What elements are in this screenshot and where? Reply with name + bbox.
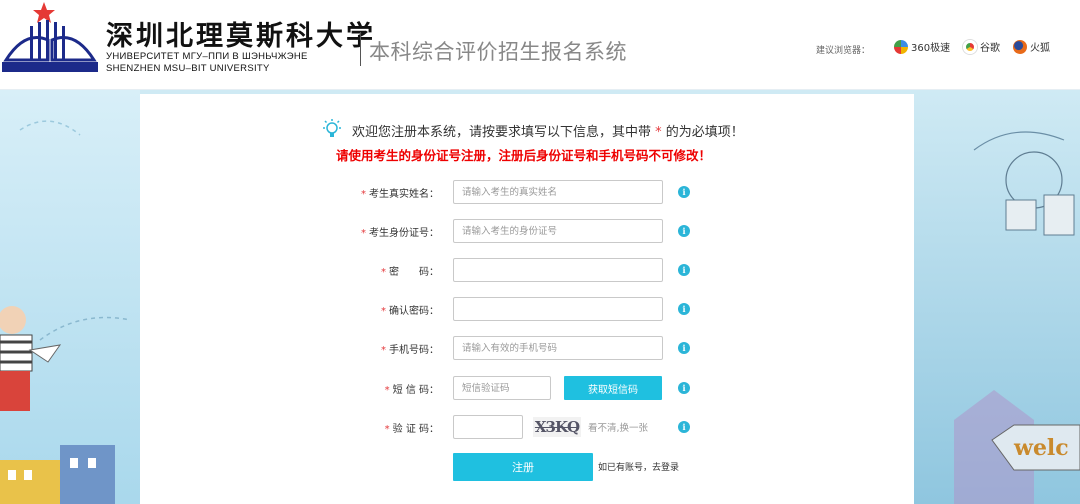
confirm-password-input[interactable] <box>453 297 663 321</box>
browser-label: 火狐 <box>1030 43 1050 54</box>
info-icon[interactable]: i <box>678 186 690 198</box>
captcha-image[interactable]: X3KQ <box>533 417 581 437</box>
browser-link-chrome[interactable]: 谷歌 <box>963 39 1000 54</box>
info-icon[interactable]: i <box>678 303 690 315</box>
required-star: * <box>655 124 662 140</box>
captcha-input[interactable] <box>453 415 523 439</box>
illustration-right: welc <box>914 90 1080 504</box>
field-label: * 密 码： <box>381 266 439 278</box>
firefox-icon <box>1013 39 1027 54</box>
university-logo-icon <box>2 2 98 72</box>
browser-label: 谷歌 <box>980 43 1000 54</box>
welcome-text: 欢迎您注册本系统，请按要求填写以下信息，其中带 <box>352 124 652 140</box>
system-title: 本科综合评价招生报名系统 <box>369 40 627 64</box>
id-warning: 请使用考生的身份证号注册，注册后身份证号和手机号码不可修改！ <box>336 148 712 163</box>
360-browser-icon <box>894 39 908 54</box>
site-header: 深圳北理莫斯科大学 УНИВЕРСИТЕТ МГУ–ППИ В ШЭНЬЧЖЭН… <box>0 0 1080 90</box>
field-label: * 验 证 码： <box>384 423 439 435</box>
university-name-en: SHENZHEN MSU–BIT UNIVERSITY <box>106 63 270 74</box>
header-divider <box>360 32 361 66</box>
get-sms-code-button[interactable]: 获取短信码 <box>564 376 662 400</box>
register-button[interactable]: 注册 <box>453 453 593 481</box>
browser-link-360[interactable]: 360极速 <box>894 39 950 54</box>
info-icon[interactable]: i <box>678 382 690 394</box>
info-icon[interactable]: i <box>678 342 690 354</box>
welcome-message: 欢迎您注册本系统，请按要求填写以下信息，其中带 * 的为必填项！ <box>320 118 744 142</box>
field-label: * 确认密码： <box>381 305 439 317</box>
name-input[interactable] <box>453 180 663 204</box>
chrome-icon <box>963 39 977 54</box>
browser-hint: 建议浏览器： <box>816 46 871 56</box>
field-label: * 考生身份证号： <box>361 227 439 239</box>
lightbulb-icon <box>323 119 341 137</box>
browser-label: 360极速 <box>911 43 951 54</box>
university-name-cn: 深圳北理莫斯科大学 <box>106 21 376 52</box>
info-icon[interactable]: i <box>678 225 690 237</box>
field-label: * 考生真实姓名： <box>361 188 439 200</box>
illustration-left <box>0 90 140 504</box>
svg-text:welc: welc <box>1013 435 1069 461</box>
refresh-captcha-link[interactable]: 看不清,换一张 <box>588 420 648 434</box>
login-link[interactable]: 如已有账号，去登录 <box>598 460 679 473</box>
field-label: * 手机号码： <box>381 344 439 356</box>
info-icon[interactable]: i <box>678 421 690 433</box>
phone-input[interactable] <box>453 336 663 360</box>
info-icon[interactable]: i <box>678 264 690 276</box>
welcome-text-end: 的为必填项！ <box>665 124 744 140</box>
password-input[interactable] <box>453 258 663 282</box>
sms-code-input[interactable] <box>453 376 551 400</box>
id-number-input[interactable] <box>453 219 663 243</box>
field-label: * 短 信 码： <box>384 384 439 396</box>
university-name-ru: УНИВЕРСИТЕТ МГУ–ППИ В ШЭНЬЧЖЭНЕ <box>106 51 308 62</box>
browser-link-firefox[interactable]: 火狐 <box>1013 39 1050 54</box>
